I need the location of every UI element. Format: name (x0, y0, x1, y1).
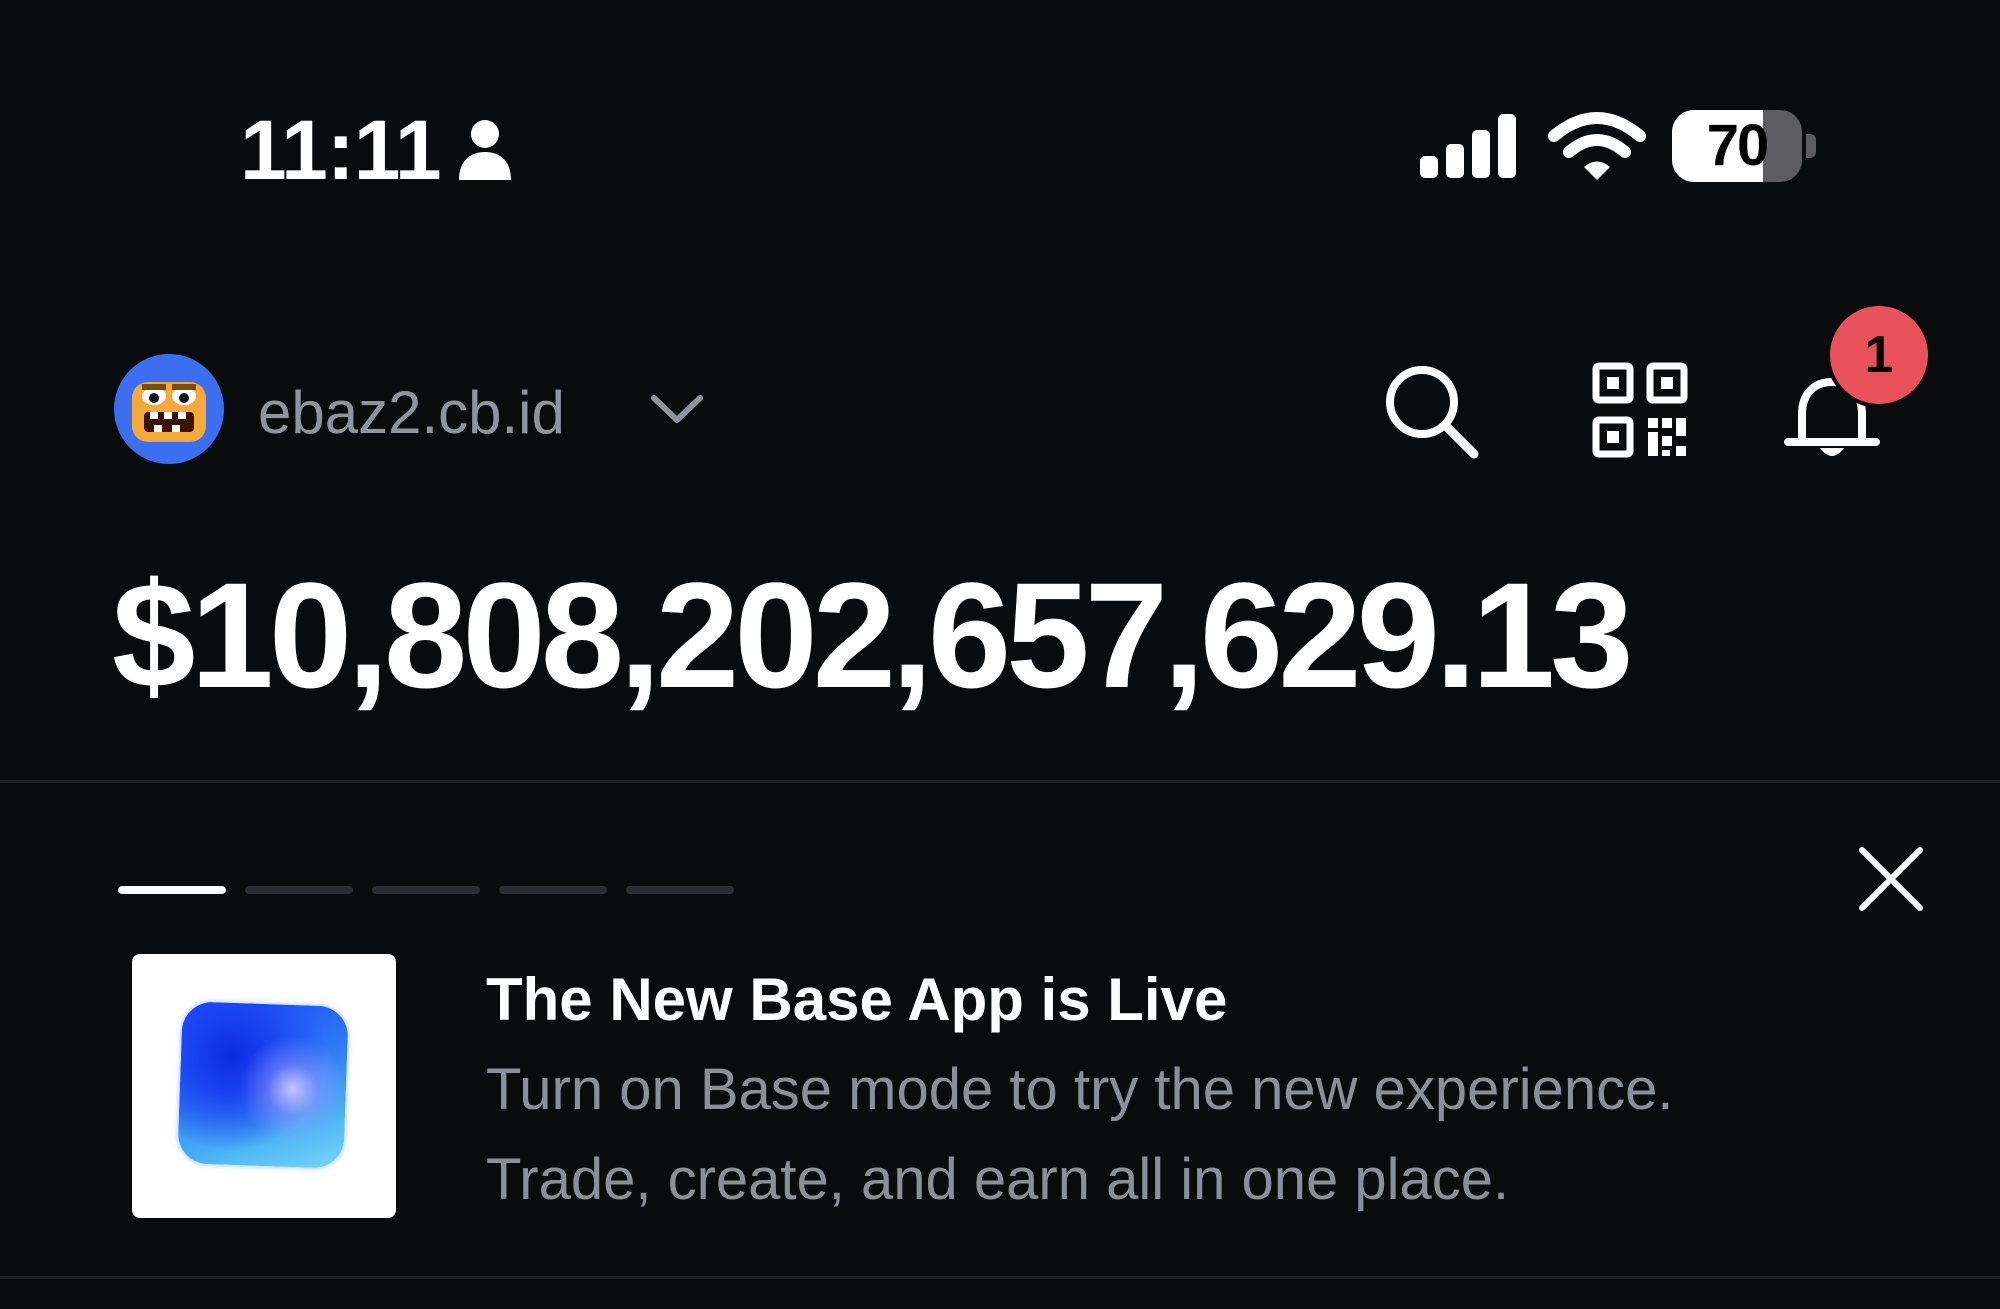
divider (0, 1276, 2000, 1279)
carousel-segment (245, 886, 353, 894)
promo-thumbnail[interactable] (132, 954, 396, 1218)
promo-description-line-1: Turn on Base mode to try the new experie… (486, 1057, 1674, 1122)
chevron-down-icon[interactable] (650, 390, 704, 430)
battery-level: 70 (1706, 113, 1770, 178)
promo-title[interactable]: The New Base App is Live (486, 964, 1227, 1036)
search-icon[interactable] (1380, 360, 1480, 460)
carousel-segment (372, 886, 480, 894)
battery-indicator: 70 (1672, 110, 1820, 182)
status-time: 11:11 (240, 103, 442, 197)
divider (0, 780, 2000, 783)
qr-code-icon[interactable] (1592, 362, 1688, 458)
person-icon (459, 120, 511, 180)
total-balance: $10,808,202,657,629.13 (112, 551, 1634, 719)
notification-badge[interactable]: 1 (1826, 302, 1932, 408)
avatar[interactable] (114, 354, 224, 464)
wifi-icon (1548, 112, 1646, 180)
carousel-progress (118, 886, 734, 894)
close-icon[interactable] (1856, 844, 1926, 914)
carousel-segment (118, 886, 226, 894)
carousel-segment (626, 886, 734, 894)
promo-description-line-2: Trade, create, and earn all in one place… (486, 1147, 1510, 1212)
battery-nub (1806, 134, 1816, 158)
signal-icon (1420, 114, 1516, 178)
avatar-monster-icon (132, 382, 206, 442)
account-name[interactable]: ebaz2.cb.id (258, 378, 565, 448)
carousel-segment (499, 886, 607, 894)
base-app-logo (177, 1001, 349, 1169)
